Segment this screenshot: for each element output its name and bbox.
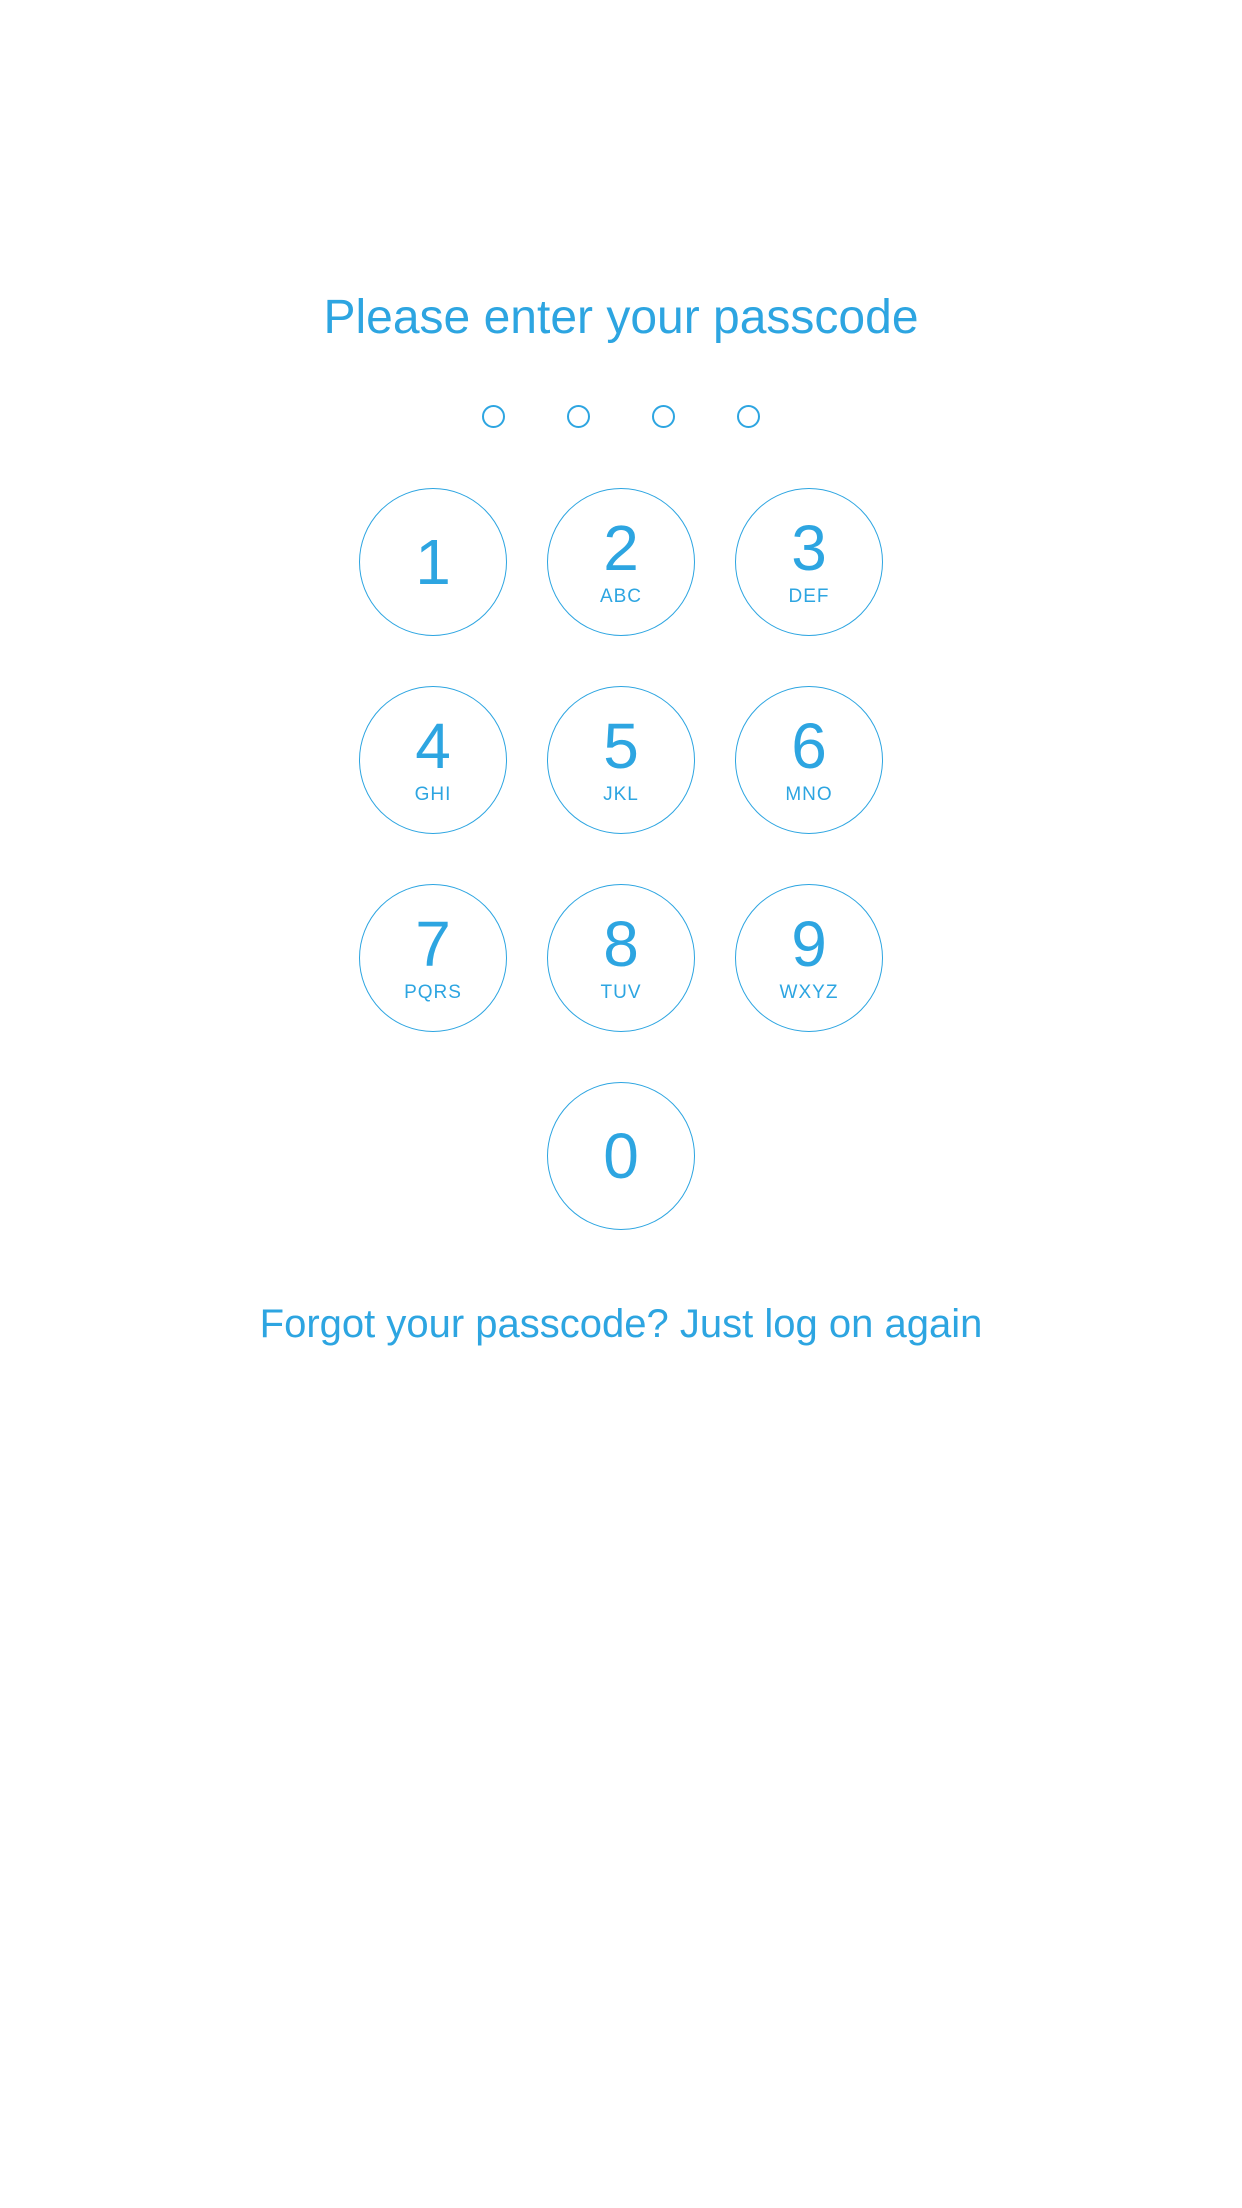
key-letters: TUV [601, 982, 642, 1004]
key-3[interactable]: 3 DEF [735, 488, 883, 636]
passcode-dots [482, 405, 760, 428]
key-1[interactable]: 1 [359, 488, 507, 636]
key-digit: 6 [791, 714, 827, 778]
passcode-dot-3 [652, 405, 675, 428]
passcode-screen: Please enter your passcode 1 2 ABC 3 DEF… [0, 0, 1242, 1347]
key-letters: ABC [600, 586, 642, 608]
key-4[interactable]: 4 GHI [359, 686, 507, 834]
key-digit: 1 [415, 489, 451, 635]
keypad: 1 2 ABC 3 DEF 4 GHI 5 JKL 6 MNO [359, 488, 883, 1230]
keypad-row-4: 0 [547, 1082, 695, 1230]
forgot-passcode-link[interactable]: Forgot your passcode? Just log on again [260, 1302, 983, 1347]
keypad-row-2: 4 GHI 5 JKL 6 MNO [359, 686, 883, 834]
key-letters: WXYZ [780, 982, 839, 1004]
passcode-title: Please enter your passcode [323, 290, 918, 345]
key-letters: GHI [415, 784, 452, 806]
key-digit: 5 [603, 714, 639, 778]
passcode-dot-1 [482, 405, 505, 428]
key-digit: 9 [791, 912, 827, 976]
key-letters: DEF [789, 586, 830, 608]
key-7[interactable]: 7 PQRS [359, 884, 507, 1032]
key-6[interactable]: 6 MNO [735, 686, 883, 834]
key-letters: MNO [785, 784, 832, 806]
key-8[interactable]: 8 TUV [547, 884, 695, 1032]
keypad-row-3: 7 PQRS 8 TUV 9 WXYZ [359, 884, 883, 1032]
key-digit: 8 [603, 912, 639, 976]
key-digit: 7 [415, 912, 451, 976]
keypad-row-1: 1 2 ABC 3 DEF [359, 488, 883, 636]
passcode-dot-2 [567, 405, 590, 428]
key-digit: 4 [415, 714, 451, 778]
key-digit: 3 [791, 516, 827, 580]
key-2[interactable]: 2 ABC [547, 488, 695, 636]
key-digit: 2 [603, 516, 639, 580]
key-letters: PQRS [404, 982, 462, 1004]
key-5[interactable]: 5 JKL [547, 686, 695, 834]
passcode-dot-4 [737, 405, 760, 428]
key-digit: 0 [603, 1083, 639, 1229]
key-letters: JKL [603, 784, 639, 806]
key-0[interactable]: 0 [547, 1082, 695, 1230]
key-9[interactable]: 9 WXYZ [735, 884, 883, 1032]
